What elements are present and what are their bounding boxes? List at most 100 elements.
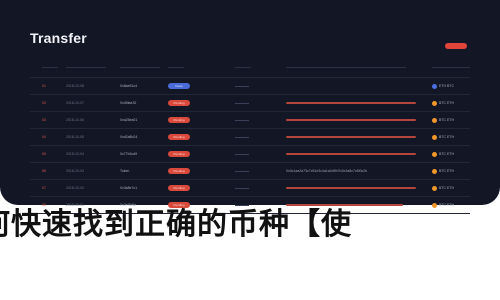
coin-tag[interactable]: BTC ETH	[432, 168, 454, 174]
coin-icon	[432, 168, 437, 174]
row-index: 06	[42, 169, 46, 173]
table-row[interactable]: 05 2018-10-04 0x77b3cd9 Pending BTC ETH	[30, 146, 470, 163]
row-index: 04	[42, 135, 46, 139]
coin-label: BTC ETH	[439, 152, 454, 156]
row-name: 0xd2a8b24	[120, 135, 138, 139]
row-date-cell: 2018-10-05	[66, 129, 116, 145]
row-amount-cell	[286, 146, 416, 162]
row-amount-cell	[286, 129, 416, 145]
row-date: 2018-10-02	[66, 186, 84, 190]
row-name-cell: Token	[120, 163, 170, 179]
row-coin-cell: BTC ETH	[432, 95, 470, 111]
row-index-cell: 01	[42, 78, 62, 94]
row-amount-cell	[286, 95, 416, 111]
amount-bar	[286, 153, 416, 155]
row-name: Token	[120, 169, 130, 173]
row-date-cell: 2018-10-03	[66, 163, 116, 179]
row-separator-cell	[235, 129, 275, 145]
row-index-cell: 03	[42, 112, 62, 128]
row-coin-cell: BTC ETH	[432, 129, 470, 145]
table-row[interactable]: 03 2018-10-06 0xa25ea01 Pending BTC ETH	[30, 112, 470, 129]
table-row[interactable]: 04 2018-10-05 0xd2a8b24 Pending BTC ETH	[30, 129, 470, 146]
row-name-cell: 0xd2a8b24	[120, 129, 170, 145]
coin-tag[interactable]: BTC ETH	[432, 151, 454, 157]
row-coin-cell: ETH BTC	[432, 78, 470, 94]
header-line	[235, 66, 251, 68]
amount-bar	[286, 204, 403, 206]
status-badge[interactable]: Pending	[168, 168, 190, 174]
status-badge[interactable]: Pending	[168, 134, 190, 140]
status-badge[interactable]: Pending	[168, 100, 190, 106]
row-dash	[235, 204, 249, 206]
row-name: 0x45fae32	[120, 101, 137, 105]
coin-icon	[432, 100, 437, 106]
row-index-cell: 04	[42, 129, 62, 145]
row-coin-cell: BTC ETH	[432, 163, 470, 179]
row-index: 02	[42, 101, 46, 105]
status-badge[interactable]: Pending	[168, 117, 190, 123]
row-date: 2018-10-08	[66, 84, 84, 88]
row-separator-cell	[235, 112, 275, 128]
coin-label: BTC ETH	[439, 135, 454, 139]
transfer-table: 01 2018-10-08 0x8ae51c4 Done ETH BTC 02 2018-1…	[30, 57, 470, 214]
row-name: 0x3a8e7c1	[120, 186, 138, 190]
row-status-cell: Done	[168, 78, 200, 94]
row-date: 2018-10-04	[66, 152, 84, 156]
row-coin-cell: BTC ETH	[432, 180, 470, 196]
coin-tag[interactable]: BTC ETH	[432, 117, 454, 123]
amount-bar	[286, 136, 416, 138]
row-separator-cell	[235, 180, 275, 196]
table-row[interactable]: 07 2018-10-02 0x3a8e7c1 Pending BTC ETH	[30, 180, 470, 197]
row-date-cell: 2018-10-07	[66, 95, 116, 111]
coin-label: BTC ETH	[439, 186, 454, 190]
row-index-cell: 07	[42, 180, 62, 196]
row-separator-cell	[235, 146, 275, 162]
row-coin-cell: BTC ETH	[432, 112, 470, 128]
row-date-cell: 2018-10-04	[66, 146, 116, 162]
status-badge[interactable]: Done	[168, 83, 190, 89]
row-index: 01	[42, 84, 46, 88]
row-date: 2018-10-07	[66, 101, 84, 105]
table-row[interactable]: 01 2018-10-08 0x8ae51c4 Done ETH BTC	[30, 78, 470, 95]
coin-label: BTC ETH	[439, 118, 454, 122]
row-detail: 0x0c1aa2a73c7c51e3c4a1a0d9b7b2e4a8c7c8f0…	[286, 169, 368, 173]
row-name-cell: 0x77b3cd9	[120, 146, 170, 162]
row-date-cell: 2018-10-06	[66, 112, 116, 128]
header-line	[286, 66, 406, 68]
coin-icon	[432, 117, 437, 123]
coin-tag[interactable]: ETH BTC	[432, 83, 454, 89]
status-badge[interactable]: Pending	[168, 151, 190, 157]
row-status-cell: Pending	[168, 129, 200, 145]
row-index-cell: 05	[42, 146, 62, 162]
row-dash	[235, 153, 249, 155]
table-row[interactable]: 02 2018-10-07 0x45fae32 Pending BTC ETH	[30, 95, 470, 112]
row-dash	[235, 119, 249, 121]
row-index-cell: 06	[42, 163, 62, 179]
table-row[interactable]: 06 2018-10-03 Token Pending 0x0c1aa2a73c7c51…	[30, 163, 470, 180]
coin-tag[interactable]: BTC ETH	[432, 185, 454, 191]
row-date: 2018-10-06	[66, 118, 84, 122]
row-date: 2018-10-03	[66, 169, 84, 173]
row-date-cell: 2018-10-08	[66, 78, 116, 94]
coin-tag[interactable]: BTC ETH	[432, 100, 454, 106]
row-separator-cell	[235, 95, 275, 111]
header-line	[168, 66, 184, 68]
row-name-cell: 0xa25ea01	[120, 112, 170, 128]
amount-bar	[286, 102, 416, 104]
row-index: 03	[42, 118, 46, 122]
row-index-cell: 02	[42, 95, 62, 111]
status-badge[interactable]: Pending	[168, 185, 190, 191]
coin-tag[interactable]: BTC ETH	[432, 134, 454, 140]
action-button[interactable]	[445, 43, 467, 49]
row-separator-cell	[235, 78, 275, 94]
row-dash	[235, 85, 249, 87]
row-separator-cell	[235, 163, 275, 179]
row-status-cell: Pending	[168, 112, 200, 128]
row-dash	[235, 170, 249, 172]
amount-bar	[286, 187, 416, 189]
page-title: Transfer	[30, 30, 87, 46]
row-amount-cell	[286, 78, 416, 94]
row-date: 2018-10-05	[66, 135, 84, 139]
row-coin-cell: BTC ETH	[432, 146, 470, 162]
row-dash	[235, 187, 249, 189]
